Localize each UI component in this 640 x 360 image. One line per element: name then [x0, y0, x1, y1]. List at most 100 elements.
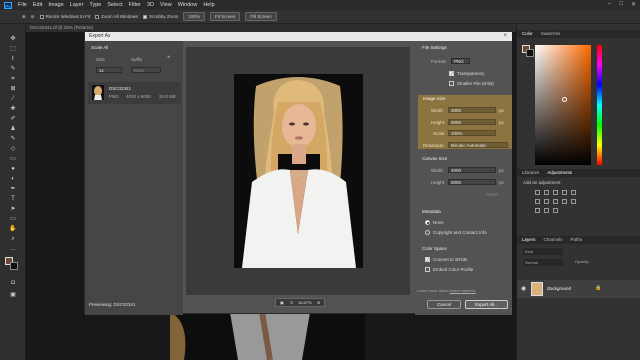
color-balance-icon[interactable]	[553, 199, 558, 204]
menu-select[interactable]: Select	[107, 2, 122, 8]
scale-select[interactable]: 100%	[448, 130, 496, 136]
scrubby-zoom-option[interactable]: Scrubby Zoom	[143, 14, 178, 19]
zoom-all-option[interactable]: Zoom All Windows	[95, 14, 138, 19]
quick-select-tool-icon[interactable]: ✎	[9, 66, 17, 73]
zoom-in-preview-icon[interactable]: ⊕	[317, 299, 320, 307]
tab-color[interactable]: Color	[522, 30, 533, 38]
zoom-out-icon[interactable]: ⊖	[31, 14, 35, 20]
menu-edit[interactable]: Edit	[33, 2, 42, 8]
suffix-input[interactable]: none	[131, 67, 161, 73]
black-white-icon[interactable]	[562, 199, 567, 204]
dialog-close-icon[interactable]: ×	[503, 32, 507, 41]
menu-image[interactable]: Image	[48, 2, 63, 8]
path-select-tool-icon[interactable]: ➤	[9, 206, 17, 213]
color-panel-background[interactable]	[526, 49, 534, 57]
smaller-file-checkbox[interactable]	[449, 81, 454, 86]
zoom-out-preview-icon[interactable]: ⊖	[290, 299, 293, 307]
lock-icon[interactable]: 🔒	[595, 285, 601, 291]
color-picker-field[interactable]	[535, 45, 591, 165]
height-input[interactable]: 6000	[448, 119, 496, 125]
gradient-tool-icon[interactable]: ▭	[9, 156, 17, 163]
quick-mask-icon[interactable]: ◘	[9, 280, 17, 287]
tab-channels[interactable]: Channels	[544, 236, 563, 244]
canvas-height-input[interactable]: 6000	[448, 179, 496, 185]
embed-profile-checkbox[interactable]	[425, 267, 430, 272]
color-picker-cursor[interactable]	[562, 97, 567, 102]
transparency-checkbox[interactable]: ✓	[449, 71, 454, 76]
metadata-none-radio[interactable]	[425, 220, 430, 225]
fit-screen-button[interactable]: Fit Screen	[209, 12, 241, 21]
background-color-swatch[interactable]	[10, 262, 18, 270]
dodge-tool-icon[interactable]: ◐	[9, 176, 17, 183]
canvas-width-input[interactable]: 4000	[448, 167, 496, 173]
tab-layers[interactable]: Layers	[522, 236, 536, 244]
layer-kind-filter[interactable]: Kind	[523, 248, 563, 255]
frame-tool-icon[interactable]: ⊠	[9, 86, 17, 93]
width-input[interactable]: 4000	[448, 107, 496, 113]
add-scale-icon[interactable]: +	[167, 55, 171, 61]
history-brush-icon[interactable]: ✎	[9, 136, 17, 143]
cancel-button[interactable]: Cancel	[427, 300, 461, 309]
menu-filter[interactable]: Filter	[129, 2, 141, 8]
hue-saturation-icon[interactable]	[544, 199, 549, 204]
maximize-icon[interactable]: □	[619, 1, 623, 8]
menu-window[interactable]: Window	[178, 2, 198, 8]
fit-preview-icon[interactable]: ▣	[280, 299, 284, 307]
resize-windows-option[interactable]: Resize Windows to Fit	[39, 14, 90, 19]
fill-screen-button[interactable]: Fill Screen	[245, 12, 277, 21]
zoom-tool-icon[interactable]: ⌕	[9, 236, 17, 243]
visibility-eye-icon[interactable]: ◉	[521, 285, 526, 292]
marquee-tool-icon[interactable]: ⬚	[9, 46, 17, 53]
curves-icon[interactable]	[553, 190, 558, 195]
gradient-map-icon[interactable]	[571, 190, 576, 195]
menu-type[interactable]: Type	[89, 2, 101, 8]
more-tools-icon[interactable]: …	[9, 246, 17, 253]
exposure-icon[interactable]	[562, 190, 567, 195]
levels-icon[interactable]	[544, 190, 549, 195]
tab-swatches[interactable]: Swatches	[541, 30, 561, 38]
export-all-button[interactable]: Export All...	[465, 300, 508, 309]
reset-button[interactable]: Reset	[486, 192, 498, 197]
convert-srgb-checkbox[interactable]: ✓	[425, 257, 430, 262]
threshold-icon[interactable]	[553, 208, 558, 213]
shape-tool-icon[interactable]: ▭	[9, 216, 17, 223]
blur-tool-icon[interactable]: ●	[9, 166, 17, 173]
brush-tool-icon[interactable]: ✐	[9, 116, 17, 123]
export-options-link[interactable]: export options.	[450, 288, 476, 293]
menu-file[interactable]: File	[18, 2, 27, 8]
resample-select[interactable]: Bicubic Automatic	[448, 142, 508, 148]
crop-tool-icon[interactable]: ⌗	[9, 76, 17, 83]
screen-mode-icon[interactable]: ▣	[9, 292, 17, 299]
brightness-icon[interactable]	[535, 190, 540, 195]
menu-layer[interactable]: Layer	[70, 2, 84, 8]
scale-size-select[interactable]: 1x	[96, 67, 122, 73]
healing-tool-icon[interactable]: ✚	[9, 106, 17, 113]
posterize-icon[interactable]	[544, 208, 549, 213]
stamp-tool-icon[interactable]: ♟	[9, 126, 17, 133]
tab-libraries[interactable]: Libraries	[522, 169, 539, 177]
menu-3d[interactable]: 3D	[147, 2, 154, 8]
photo-filter-icon[interactable]	[571, 199, 576, 204]
menu-view[interactable]: View	[160, 2, 172, 8]
zoom-in-icon[interactable]: ⊕	[22, 14, 26, 20]
move-tool-icon[interactable]: ✥	[9, 36, 17, 43]
minimize-icon[interactable]: –	[608, 1, 611, 8]
format-select[interactable]: PNG	[451, 58, 470, 64]
lasso-tool-icon[interactable]: ℓ	[9, 56, 17, 63]
tab-adjustments[interactable]: Adjustments	[547, 169, 572, 177]
layer-row-background[interactable]: ◉ Background 🔒	[517, 280, 640, 298]
eyedropper-tool-icon[interactable]: ⁄	[9, 96, 17, 103]
vibrance-icon[interactable]	[535, 199, 540, 204]
tab-paths[interactable]: Paths	[571, 236, 583, 244]
zoom-100-button[interactable]: 100%	[183, 12, 205, 21]
pen-tool-icon[interactable]: ✒	[9, 186, 17, 193]
hand-tool-icon[interactable]: ✋	[9, 226, 17, 233]
eraser-tool-icon[interactable]: ◇	[9, 146, 17, 153]
menu-help[interactable]: Help	[203, 2, 214, 8]
blend-mode-select[interactable]: Normal	[523, 259, 563, 266]
close-icon[interactable]: ✕	[631, 1, 636, 8]
hue-slider[interactable]	[597, 45, 602, 165]
file-list-item[interactable]: DSC02341 PNG 4000 x 6000 26.8 MB	[88, 82, 181, 104]
metadata-copyright-radio[interactable]	[425, 230, 430, 235]
invert-icon[interactable]	[535, 208, 540, 213]
